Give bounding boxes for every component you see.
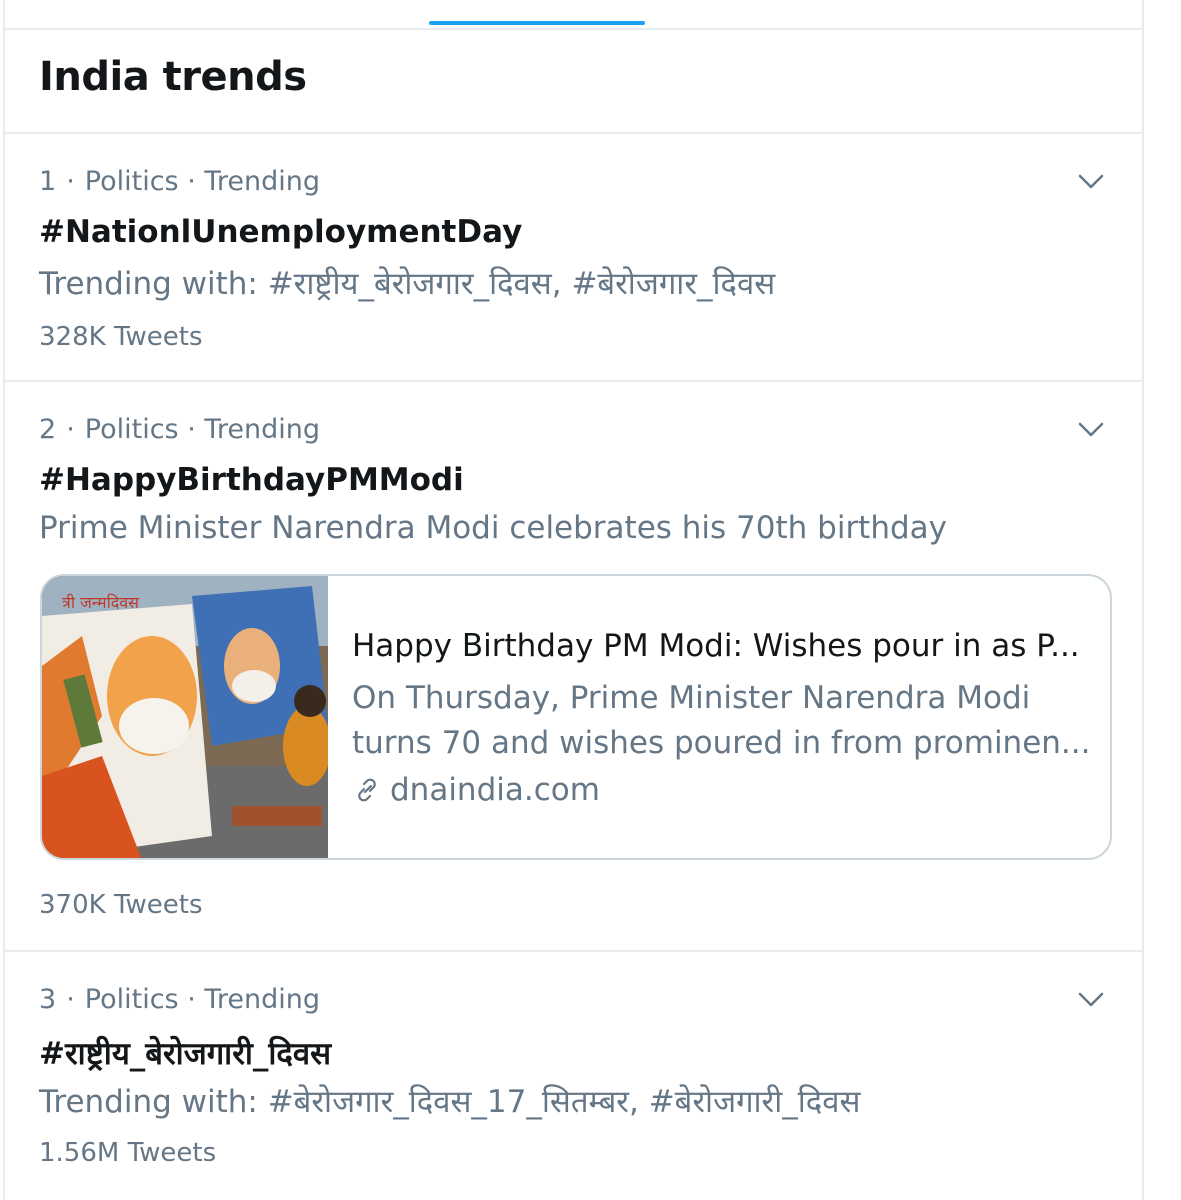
trend-tweet-count: 1.56M Tweets bbox=[39, 1138, 217, 1168]
trend-meta: 3 · Politics · Trending bbox=[39, 984, 321, 1015]
trend-name[interactable]: #NationlUnemploymentDay bbox=[39, 214, 522, 250]
tab-bar bbox=[5, 0, 1142, 30]
trends-panel: India trends 1 · Politics · Trending #Nati… bbox=[3, 0, 1144, 1200]
trend-tweet-count: 328K Tweets bbox=[39, 322, 203, 352]
card-title: Happy Birthday PM Modi: Wishes pour in a… bbox=[352, 628, 1080, 664]
trend-meta: 1 · Politics · Trending bbox=[39, 166, 321, 197]
trend-subtitle: Trending with: #राष्ट्रीय_बेरोजगार_दिवस,… bbox=[39, 266, 776, 302]
card-description-line: turns 70 and wishes poured in from promi… bbox=[352, 725, 1091, 761]
chevron-down-icon[interactable] bbox=[1076, 172, 1106, 192]
trend-name[interactable]: #राष्ट्रीय_बेरोजगारी_दिवस bbox=[39, 1032, 331, 1074]
news-link-card[interactable]: त्री जन्मदिवस Happy Birthday PM Modi: Wi… bbox=[40, 574, 1112, 860]
card-domain-text: dnaindia.com bbox=[390, 772, 600, 808]
chevron-down-icon[interactable] bbox=[1076, 990, 1106, 1010]
trend-rank: 3 bbox=[39, 984, 57, 1015]
trend-subtitle: Prime Minister Narendra Modi celebrates … bbox=[39, 510, 948, 546]
trend-rank: 1 bbox=[39, 166, 57, 197]
trend-category: Politics · Trending bbox=[84, 414, 321, 445]
trend-item[interactable]: 3 · Politics · Trending #राष्ट्रीय_बेरोजगा… bbox=[5, 952, 1142, 1200]
trend-rank: 2 bbox=[39, 414, 57, 445]
link-icon bbox=[358, 778, 376, 802]
active-tab-indicator bbox=[429, 21, 645, 25]
trend-name[interactable]: #HappyBirthdayPMModi bbox=[39, 462, 464, 498]
card-description-line: On Thursday, Prime Minister Narendra Mod… bbox=[352, 680, 1031, 716]
trend-subtitle: Trending with: #बेरोजगार_दिवस_17_सितम्बर… bbox=[39, 1084, 861, 1120]
card-description: On Thursday, Prime Minister Narendra Mod… bbox=[352, 676, 1092, 766]
trend-meta: 2 · Politics · Trending bbox=[39, 414, 321, 445]
trend-item[interactable]: 2 · Politics · Trending #HappyBirthdayPMMo… bbox=[5, 382, 1142, 952]
card-domain: dnaindia.com bbox=[352, 772, 600, 808]
chevron-down-icon[interactable] bbox=[1076, 420, 1106, 440]
trends-header: India trends bbox=[5, 30, 1142, 134]
svg-text:त्री जन्मदिवस: त्री जन्मदिवस bbox=[62, 593, 140, 612]
page-title: India trends bbox=[39, 54, 307, 100]
trend-item[interactable]: 1 · Politics · Trending #NationlUnemployme… bbox=[5, 134, 1142, 382]
trend-category: Politics · Trending bbox=[84, 166, 321, 197]
trend-category: Politics · Trending bbox=[84, 984, 321, 1015]
trend-tweet-count: 370K Tweets bbox=[39, 890, 203, 920]
news-thumbnail-image: त्री जन्मदिवस bbox=[42, 576, 328, 858]
